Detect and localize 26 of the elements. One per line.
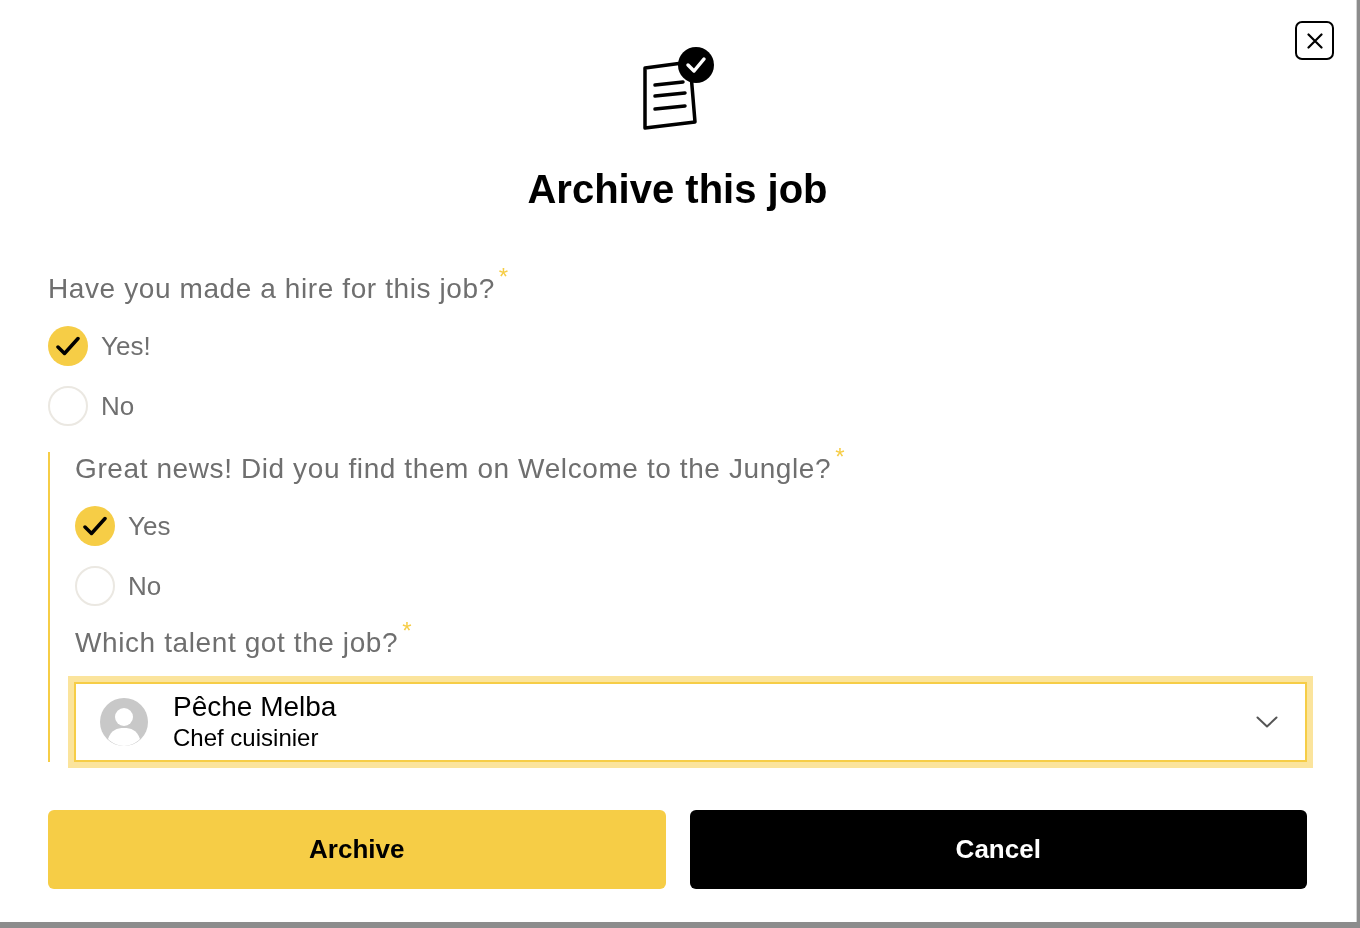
option-label: No [128,570,162,602]
document-check-icon [642,46,715,131]
chevron-down-icon [1256,716,1278,728]
option-label: Yes! [101,330,151,362]
required-asterisk: * [835,445,845,469]
radio-button[interactable] [48,386,88,426]
question-label: Which talent got the job? [75,627,399,659]
check-icon [83,516,107,536]
option-label: No [101,390,135,422]
radio-button[interactable] [75,506,115,546]
close-button[interactable] [1295,21,1334,60]
close-icon [1306,32,1323,49]
dialog-title: Archive this job [527,166,828,213]
radio-button[interactable] [48,326,88,366]
check-icon [56,336,80,356]
required-asterisk: * [498,265,509,289]
talent-role: Chef cuisinier [173,723,320,753]
question-label: Great news! Did you find them on Welcome to the Jungle? [75,453,832,485]
archive-button[interactable]: Archive [48,810,666,889]
radio-button[interactable] [75,566,115,606]
question-label: Have you made a hire for this job? [48,273,495,305]
required-asterisk: * [402,619,412,643]
option-label: Yes [128,510,171,542]
cancel-button[interactable]: Cancel [689,810,1307,889]
avatar-icon [100,698,148,746]
talent-name: Pêche Melba [173,691,338,723]
